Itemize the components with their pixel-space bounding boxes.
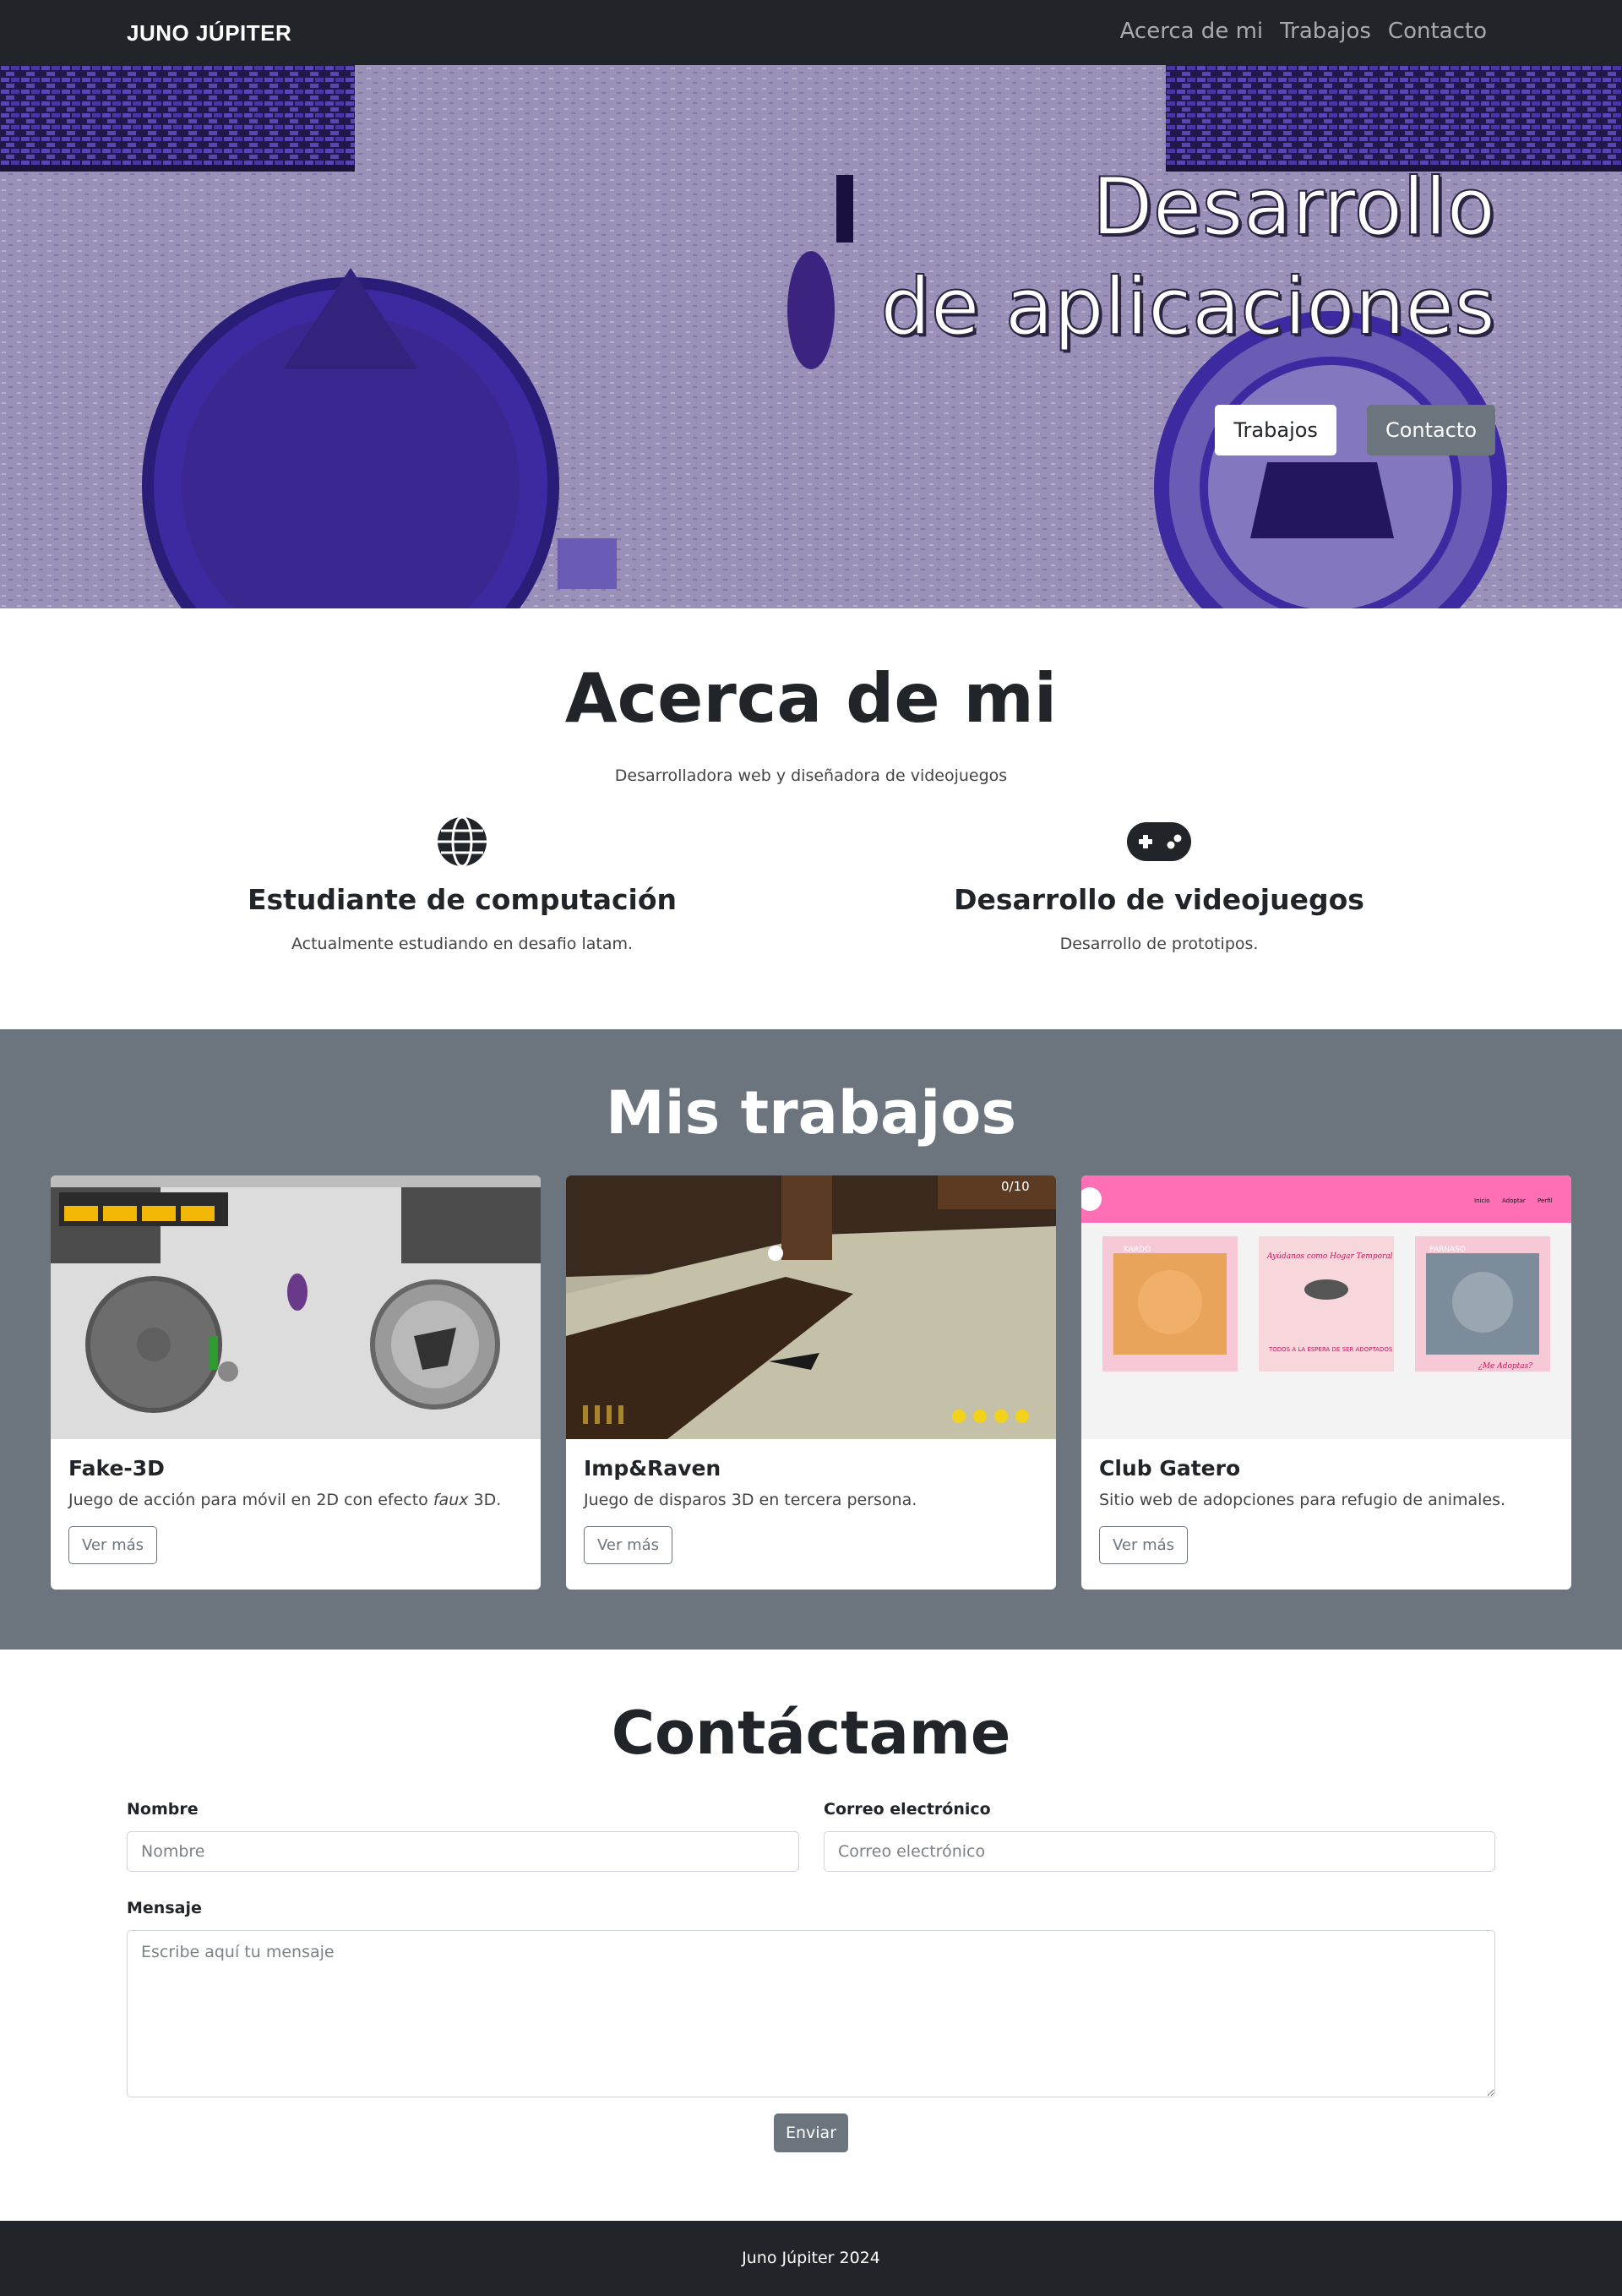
card-clubgatero-text: Sitio web de adopciones para refugio de … [1099,1491,1506,1509]
send-button[interactable]: Enviar [774,2113,848,2152]
feature-student: Estudiante de computación Actualmente es… [166,815,758,953]
fake3d-thumbnail [51,1175,541,1439]
gamepad-icon [1127,822,1191,861]
card-fake3d-text: Juego de acción para móvil en 2D con efe… [68,1491,502,1509]
thumb-nav-profile: Perfil [1538,1197,1553,1204]
email-input[interactable] [824,1831,1495,1872]
thumb-card-1-label: KARDO [1124,1246,1151,1254]
message-label: Mensaje [127,1899,202,1917]
thumb-notice: TODOS A LA ESPERA DE SER ADOPTADOS [1268,1346,1393,1353]
impraven-thumbnail: 0/10 [566,1175,1056,1439]
card-impraven-text: Juego de disparos 3D en tercera persona. [584,1491,917,1509]
card-impraven-more-button[interactable]: Ver más [584,1526,673,1564]
impraven-hud-counter: 0/10 [1001,1179,1030,1194]
card-clubgatero-more-button[interactable]: Ver más [1099,1526,1189,1564]
thumb-nav-home: Inicio [1474,1197,1490,1204]
thumb-adopt-label: ¿Me Adoptas? [1478,1362,1532,1371]
contact-title: Contáctame [611,1699,1011,1768]
name-label: Nombre [127,1800,199,1819]
hero-buttons: Trabajos Contacto [1215,405,1495,455]
clubgatero-thumbnail: Inicio Adoptar Perfil KARDO Ayúdanos com… [1081,1175,1571,1439]
work-card-clubgatero: Inicio Adoptar Perfil KARDO Ayúdanos com… [1081,1175,1571,1590]
card-fake3d-title: Fake-3D [68,1456,165,1481]
card-clubgatero-title: Club Gatero [1099,1456,1241,1481]
feature-student-title: Estudiante de computación [247,883,678,916]
name-input[interactable] [127,1831,799,1872]
work-card-impraven: 0/10 Imp&Raven Juego de disparos 3D en t… [566,1175,1056,1590]
nav-links: Acerca de mi Trabajos Contacto [1120,19,1487,44]
brand-logo[interactable]: JUNO JÚPITER [127,20,291,46]
thumb-nav-adopt: Adoptar [1502,1197,1526,1204]
nav-link-contact[interactable]: Contacto [1388,19,1487,44]
about-title: Acerca de mi [564,659,1058,738]
footer: Juno Júpiter 2024 [0,2221,1622,2296]
footer-text: Juno Júpiter 2024 [742,2249,880,2267]
works-section: Mis trabajos Fake-3D Juego de acción par… [0,1029,1622,1650]
globe-icon [438,815,487,868]
about-subtitle: Desarrolladora web y diseñadora de video… [614,766,1008,785]
feature-gamedev: Desarrollo de videojuegos Desarrollo de … [863,815,1455,953]
nav-link-about[interactable]: Acerca de mi [1120,19,1264,44]
message-textarea[interactable] [127,1930,1495,2097]
hero-title: Desarrollo de aplicaciones [879,158,1496,357]
feature-gamedev-text: Desarrollo de prototipos. [1059,935,1259,953]
nav-link-works[interactable]: Trabajos [1280,19,1371,44]
hero-title-line1: Desarrollo [1091,161,1496,254]
hero-title-line2: de aplicaciones [879,260,1496,354]
feature-student-text: Actualmente estudiando en desafio latam. [291,935,634,953]
works-title: Mis trabajos [605,1078,1016,1148]
hero-works-button[interactable]: Trabajos [1215,405,1336,455]
work-card-fake3d: Fake-3D Juego de acción para móvil en 2D… [51,1175,541,1590]
email-label: Correo electrónico [824,1800,991,1819]
thumb-card-2-label: Ayúdanos como Hogar Temporal [1266,1252,1393,1261]
contact-section: Contáctame Nombre Correo electrónico Men… [0,1650,1622,2221]
thumb-card-3-label: PARNASO [1429,1246,1466,1254]
hero-banner: Desarrollo de aplicaciones Trabajos Cont… [0,65,1622,608]
card-impraven-title: Imp&Raven [584,1456,721,1481]
about-section: Acerca de mi Desarrolladora web y diseña… [0,608,1622,1029]
card-fake3d-more-button[interactable]: Ver más [68,1526,158,1564]
hero-contact-button[interactable]: Contacto [1366,405,1495,455]
feature-gamedev-title: Desarrollo de videojuegos [954,883,1364,916]
navbar: JUNO JÚPITER Acerca de mi Trabajos Conta… [0,0,1622,65]
